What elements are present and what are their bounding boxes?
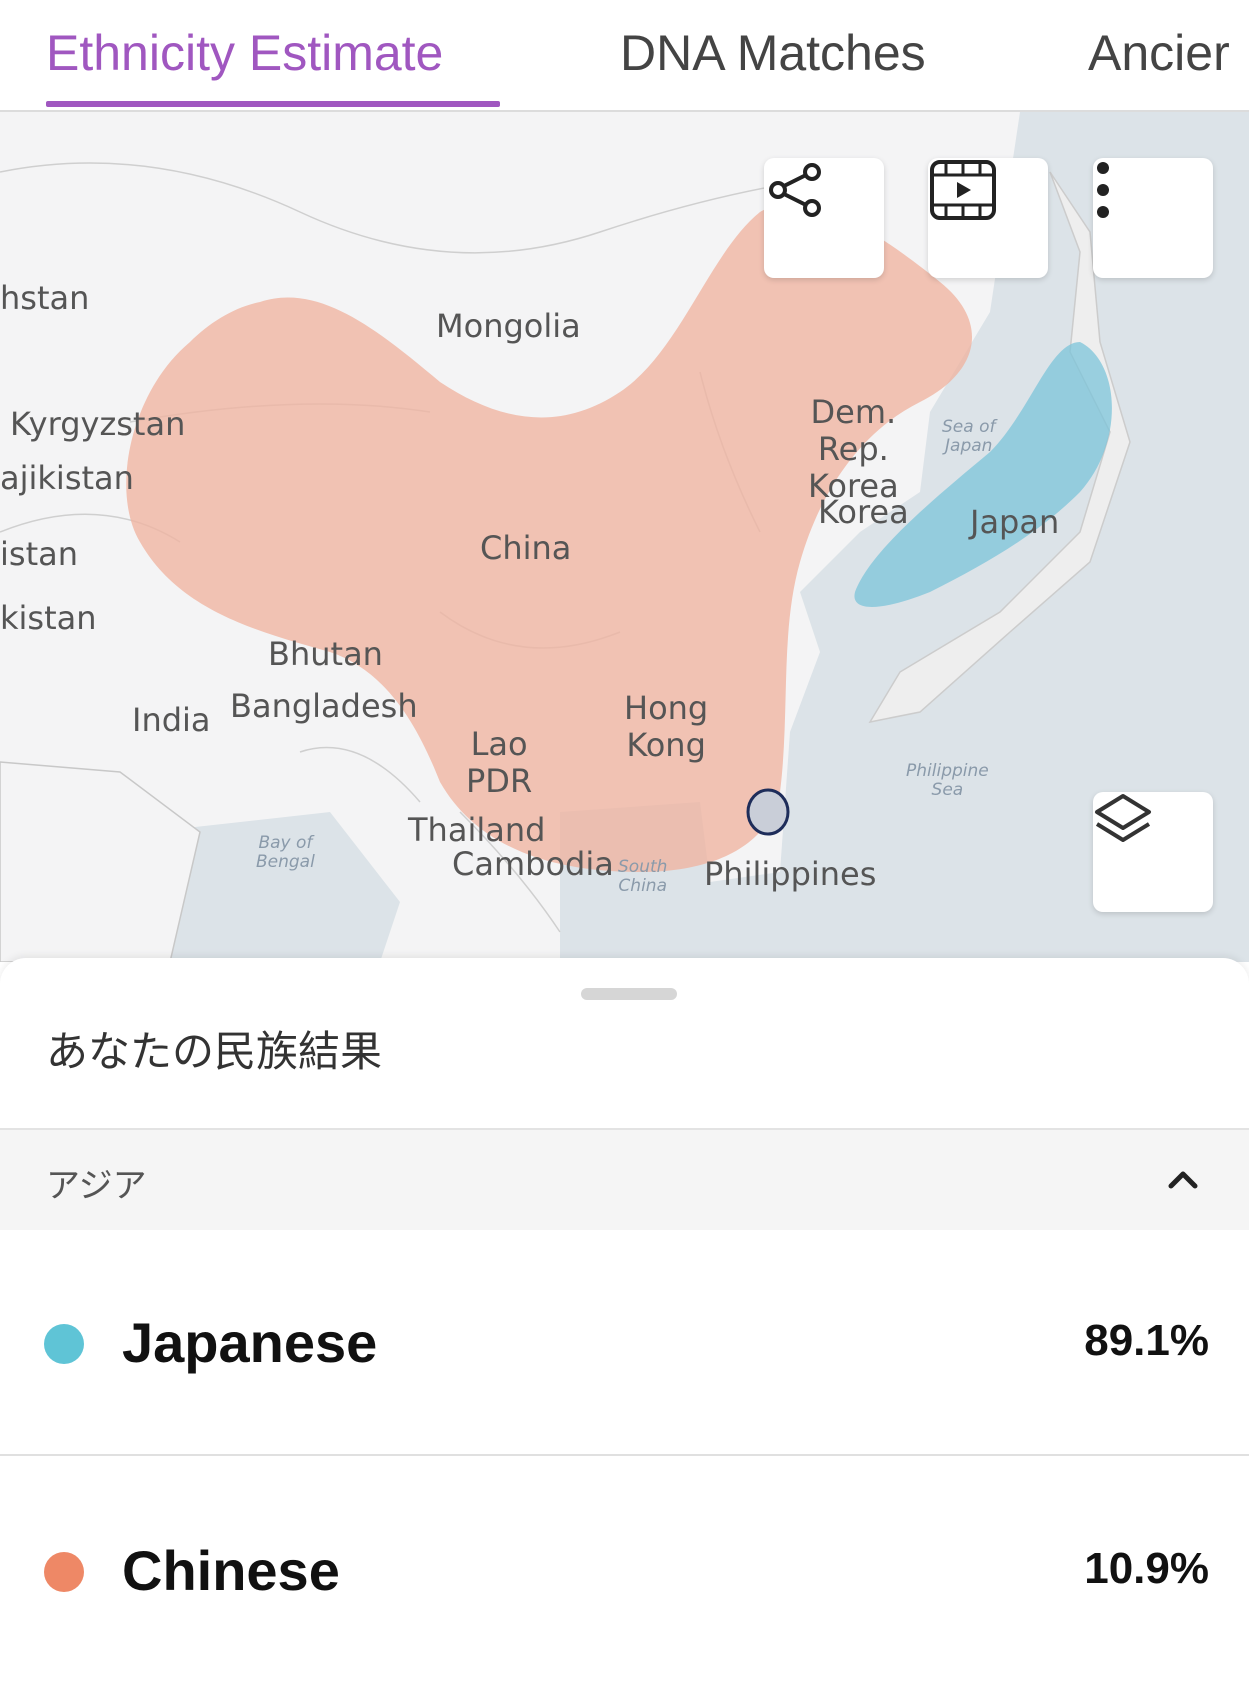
- ethnicity-results-sheet: あなたの民族結果 アジア Japanese 89.1% Chinese 10.9…: [0, 958, 1249, 1686]
- active-tab-indicator: [46, 101, 500, 107]
- label-kazakhstan: hstan: [0, 279, 90, 317]
- share-button[interactable]: [764, 158, 884, 278]
- more-vertical-icon: [1097, 162, 1109, 218]
- label-lao-pdr: Lao PDR: [466, 725, 533, 800]
- chevron-up-icon[interactable]: [1163, 1160, 1203, 1200]
- ethnicity-name: Japanese: [122, 1311, 378, 1374]
- ethnicity-map[interactable]: hstan Mongolia Kyrgyzstan ajikistan ista…: [0, 112, 1249, 962]
- more-options-button[interactable]: [1093, 158, 1213, 278]
- video-button[interactable]: [928, 158, 1048, 278]
- label-korea: Korea: [818, 493, 909, 531]
- tab-ethnicity-estimate[interactable]: Ethnicity Estimate: [46, 24, 443, 82]
- label-bangladesh: Bangladesh: [230, 687, 418, 725]
- sheet-drag-handle[interactable]: [581, 988, 677, 1000]
- sheet-title: あなたの民族結果: [46, 1027, 383, 1076]
- result-row-chinese[interactable]: Chinese 10.9%: [0, 1458, 1249, 1684]
- ethnicity-percent: 89.1%: [1084, 1316, 1209, 1365]
- color-dot-chinese: [44, 1552, 84, 1592]
- label-bay-of-bengal: Bay of Bengal: [256, 833, 315, 872]
- label-philippines: Philippines: [704, 855, 877, 893]
- tab-dna-matches[interactable]: DNA Matches: [620, 24, 926, 82]
- label-bhutan: Bhutan: [268, 635, 383, 673]
- color-dot-japanese: [44, 1324, 84, 1364]
- label-pakistan: kistan: [0, 599, 97, 637]
- label-china: China: [480, 529, 572, 567]
- tab-bar: Ethnicity Estimate DNA Matches Ancier: [0, 0, 1249, 112]
- label-sea-of-japan: Sea of Japan: [942, 417, 996, 456]
- label-tajikistan: ajikistan: [0, 459, 134, 497]
- label-japan: Japan: [970, 503, 1060, 541]
- label-south-china: South China: [618, 857, 668, 896]
- label-india: India: [132, 701, 211, 739]
- layers-icon: [1095, 794, 1151, 842]
- map-canvas: [0, 112, 1249, 962]
- label-cambodia: Cambodia: [452, 845, 614, 883]
- row-divider: [0, 1454, 1249, 1456]
- tab-ancient[interactable]: Ancier: [1088, 24, 1230, 82]
- philippines-marker: [746, 788, 790, 836]
- india-coast: [0, 761, 201, 962]
- ethnicity-percent: 10.9%: [1084, 1544, 1209, 1593]
- label-dprk: Dem. Rep. Korea: [808, 393, 899, 505]
- video-icon: [930, 160, 996, 220]
- ethnicity-name: Chinese: [122, 1539, 340, 1602]
- section-header-asia[interactable]: アジア: [0, 1128, 1249, 1230]
- label-afghanistan: istan: [0, 535, 78, 573]
- result-row-japanese[interactable]: Japanese 89.1%: [0, 1230, 1249, 1456]
- label-mongolia: Mongolia: [436, 307, 581, 345]
- label-philippine-sea: Philippine Sea: [906, 761, 989, 800]
- label-kyrgyzstan: Kyrgyzstan: [10, 405, 186, 443]
- layers-button[interactable]: [1093, 792, 1213, 912]
- label-thailand: Thailand: [408, 811, 546, 849]
- share-icon: [769, 163, 821, 217]
- section-label: アジア: [46, 1166, 147, 1206]
- label-hong-kong: Hong Kong: [624, 689, 709, 764]
